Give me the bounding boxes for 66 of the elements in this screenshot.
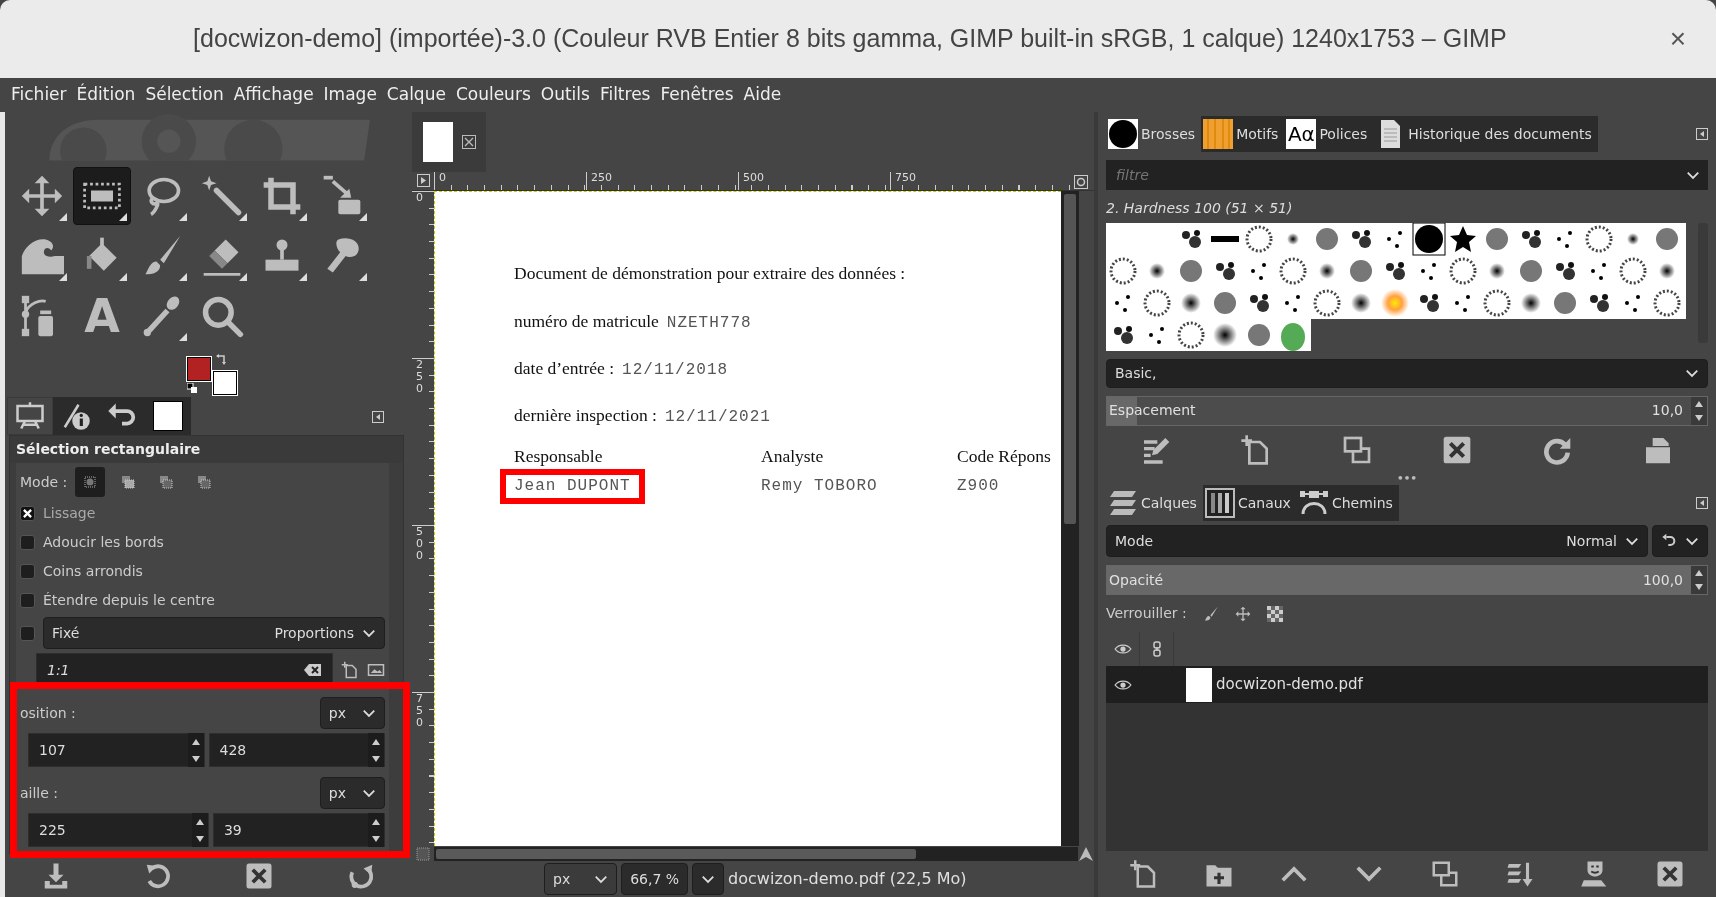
number-field[interactable]: 428 xyxy=(208,733,385,768)
menu-item[interactable]: Affichage xyxy=(228,82,319,108)
field-label: dernière inspection : xyxy=(514,404,657,428)
menu-item[interactable]: Fichier xyxy=(6,82,72,108)
menu-item[interactable]: Couleurs xyxy=(450,82,536,108)
checkbox-label: Lissage xyxy=(43,504,96,524)
panel-tab[interactable]: Historique des documents xyxy=(1373,116,1598,152)
mode-dropdown[interactable]: Mode Normal xyxy=(1106,525,1648,558)
unit-dropdown[interactable]: px xyxy=(319,697,385,730)
menu-item[interactable]: Sélection xyxy=(140,82,229,108)
fixed-dropdown[interactable]: Fixé Proportions xyxy=(43,617,385,650)
unit-dropdown[interactable]: px xyxy=(544,863,618,896)
field-value: 12/11/2021 xyxy=(664,407,771,429)
ruler-label: 750 xyxy=(416,693,424,730)
document-text: Document de démonstration pour extraire des données : xyxy=(514,262,907,285)
column-header: Analyste xyxy=(761,445,825,469)
field-value: 12/11/2018 xyxy=(622,360,729,382)
ruler-label: 500 xyxy=(416,526,424,563)
menu-item[interactable]: Aide xyxy=(738,82,787,108)
zoom-field[interactable]: 66,7 % xyxy=(621,863,689,896)
field-label: aille : xyxy=(20,783,59,803)
menu-item[interactable]: Filtres xyxy=(594,82,656,108)
menu-item[interactable]: Édition xyxy=(71,82,141,108)
column-value: Remy TOBORO xyxy=(760,476,879,498)
number-field[interactable]: 225 xyxy=(28,813,209,848)
ruler-label: 0 xyxy=(438,172,446,186)
close-button[interactable]: × xyxy=(1663,18,1692,60)
column-header: Code Répons xyxy=(957,445,1052,469)
layer-row[interactable]: docwizon-demo.pdf xyxy=(1106,666,1708,704)
panel-tab[interactable]: Motifs xyxy=(1201,116,1285,152)
font-icon: Aα xyxy=(1286,119,1317,149)
menu-item[interactable]: Fenêtres xyxy=(655,82,739,108)
checkbox-label: Coins arrondis xyxy=(43,562,143,582)
tag-dropdown[interactable]: Basic, xyxy=(1106,359,1708,388)
field-label: Verrouiller : xyxy=(1106,604,1187,624)
column-header: Responsable xyxy=(514,445,604,469)
opacity-slider[interactable]: Opacité 100,0 xyxy=(1106,565,1708,596)
field-label: numéro de matricule xyxy=(514,310,659,334)
number-field[interactable]: 107 xyxy=(28,733,205,768)
menu-item[interactable]: Calque xyxy=(381,82,451,108)
spacing-slider[interactable]: Espacement 10,0 xyxy=(1106,395,1708,426)
ruler-label: 250 xyxy=(416,359,424,396)
panel-tab[interactable]: Chemins xyxy=(1296,485,1399,522)
ruler-label: 250 xyxy=(590,172,612,186)
status-text: docwizon-demo.pdf (22,5 Mo) xyxy=(728,868,967,891)
checkbox-label: Adoucir les bords xyxy=(43,533,164,553)
field-value: NZETH778 xyxy=(666,313,752,335)
panel-tab[interactable]: Canaux xyxy=(1202,485,1297,522)
column-value: Jean DUPONT xyxy=(500,469,645,505)
brush-name: 2. Hardness 100 (51 × 51) xyxy=(1106,199,1294,218)
panel-tab[interactable]: Aα Polices xyxy=(1284,116,1374,152)
field-label: date d’entrée : xyxy=(514,357,615,381)
column-value: Z900 xyxy=(956,476,1001,498)
field-label: Mode : xyxy=(20,472,68,492)
number-field[interactable]: 39 xyxy=(212,813,385,848)
field-label: osition : xyxy=(20,703,76,723)
ruler-label: 0 xyxy=(416,192,424,205)
filter-field[interactable]: filtre xyxy=(1106,160,1678,190)
menu-item[interactable]: Image xyxy=(318,82,382,108)
ruler-label: 750 xyxy=(894,172,916,186)
tool-button[interactable]: A xyxy=(73,286,131,345)
window-title: [docwizon-demo] (importée)-3.0 (Couleur RVB Entier 8 bits gamma, GIMP built-in sRGB, 1 calque) 1240x1753 – GIMP xyxy=(192,23,1508,55)
ruler-label: 500 xyxy=(742,172,764,186)
unit-dropdown[interactable]: px xyxy=(319,777,385,810)
menu-item[interactable]: Outils xyxy=(535,82,595,108)
checkbox-label: Étendre depuis le centre xyxy=(43,591,215,611)
